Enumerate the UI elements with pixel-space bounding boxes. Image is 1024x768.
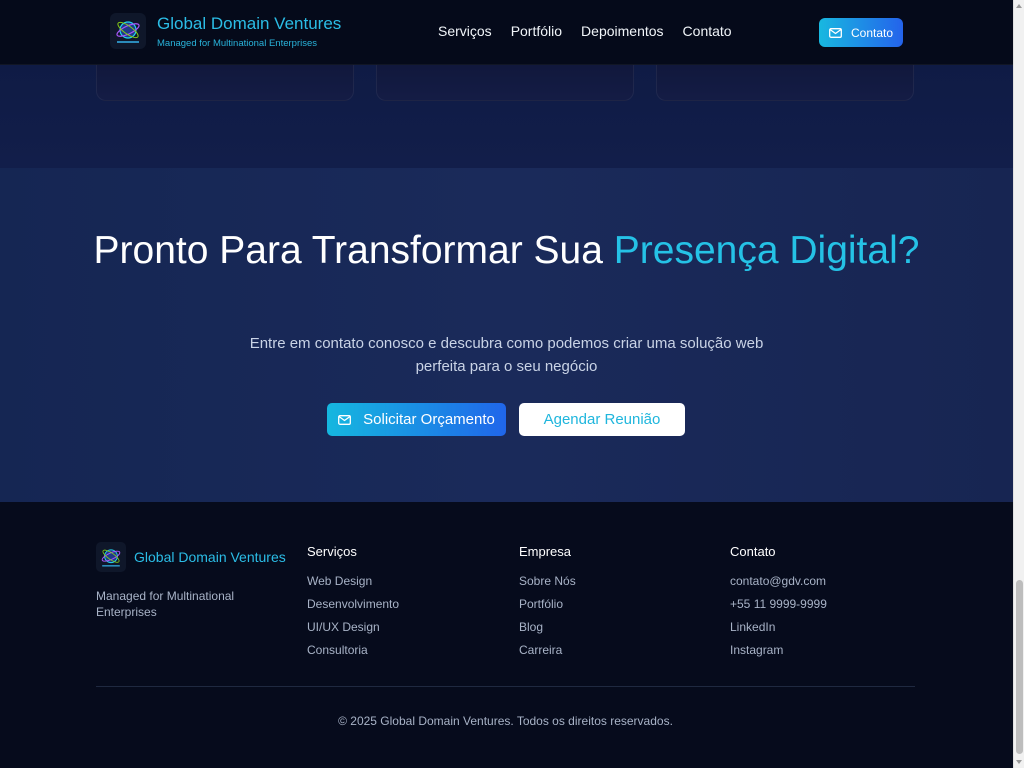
footer-column-title: Serviços [307,544,357,559]
copyright: © 2025 Global Domain Ventures. Todos os … [338,714,673,728]
footer-brand-title: Global Domain Ventures [134,549,286,565]
mail-icon [338,414,352,425]
nav-link-portfolio[interactable]: Portfólio [511,23,562,39]
page-scrollbar[interactable] [1013,0,1024,768]
site-header: Global Domain Ventures Managed for Multi… [0,0,1013,65]
cta-title: Pronto Para Transformar Sua Presença Dig… [0,230,1013,272]
cta-description-line1: Entre em contato conosco e descubra como… [249,335,764,352]
footer-column-servicos: Serviços Web Design Desenvolvimento UI/U… [307,544,399,666]
footer-brand[interactable]: Global Domain Ventures [96,542,286,572]
site-footer: Global Domain Ventures Managed for Multi… [0,502,1013,768]
footer-description: Managed for Multinational Enterprises [96,589,235,619]
nav-link-servicos[interactable]: Serviços [438,23,492,39]
cta-section: Pronto Para Transformar Sua Presença Dig… [0,168,1013,502]
contact-button[interactable]: Contato [819,18,903,47]
mail-icon [829,27,842,38]
request-quote-label: Solicitar Orçamento [363,411,495,428]
footer-divider [96,686,915,687]
main-nav: Serviços Portfólio Depoimentos Contato [438,23,751,39]
cta-description: Entre em contato conosco e descubra como… [0,332,1013,378]
request-quote-button[interactable]: Solicitar Orçamento [327,403,506,436]
schedule-meeting-button[interactable]: Agendar Reunião [519,403,685,436]
footer-link-instagram[interactable]: Instagram [730,643,827,666]
brand[interactable]: Global Domain Ventures Managed for Multi… [110,13,341,49]
footer-link-phone[interactable]: +55 11 9999-9999 [730,597,827,620]
footer-link[interactable]: UI/UX Design [307,620,399,643]
footer-link[interactable]: Carreira [519,643,576,666]
page: Global Domain Ventures Managed for Multi… [0,0,1024,768]
footer-link[interactable]: Sobre Nós [519,574,576,597]
cta-title-text: Pronto Para Transformar Sua [93,229,614,272]
globe-logo-icon [96,542,126,572]
cta-description-line2: perfeita para o seu negócio [415,358,598,375]
nav-link-depoimentos[interactable]: Depoimentos [581,23,664,39]
cards-section-bottom [0,55,1013,168]
footer-column-title: Contato [730,544,776,559]
footer-link[interactable]: Blog [519,620,576,643]
footer-link-linkedin[interactable]: LinkedIn [730,620,827,643]
footer-column-contato: Contato contato@gdv.com +55 11 9999-9999… [730,544,827,666]
footer-link[interactable]: Web Design [307,574,399,597]
footer-link[interactable]: Consultoria [307,643,399,666]
globe-logo-icon [110,13,146,49]
scrollbar-thumb[interactable] [1016,580,1023,754]
schedule-meeting-label: Agendar Reunião [543,411,661,428]
footer-column-empresa: Empresa Sobre Nós Portfólio Blog Carreir… [519,544,576,666]
footer-link-email[interactable]: contato@gdv.com [730,574,827,597]
scroll-up-arrow-icon[interactable] [1016,4,1022,8]
scroll-down-arrow-icon[interactable] [1016,760,1022,764]
contact-button-label: Contato [850,25,894,40]
footer-link[interactable]: Portfólio [519,597,576,620]
footer-link[interactable]: Desenvolvimento [307,597,399,620]
cta-title-highlight: Presença Digital? [613,229,920,272]
nav-link-contato[interactable]: Contato [683,23,732,39]
brand-title: Global Domain Ventures [157,13,342,33]
footer-column-title: Empresa [519,544,572,559]
brand-subtitle: Managed for Multinational Enterprises [157,37,318,49]
